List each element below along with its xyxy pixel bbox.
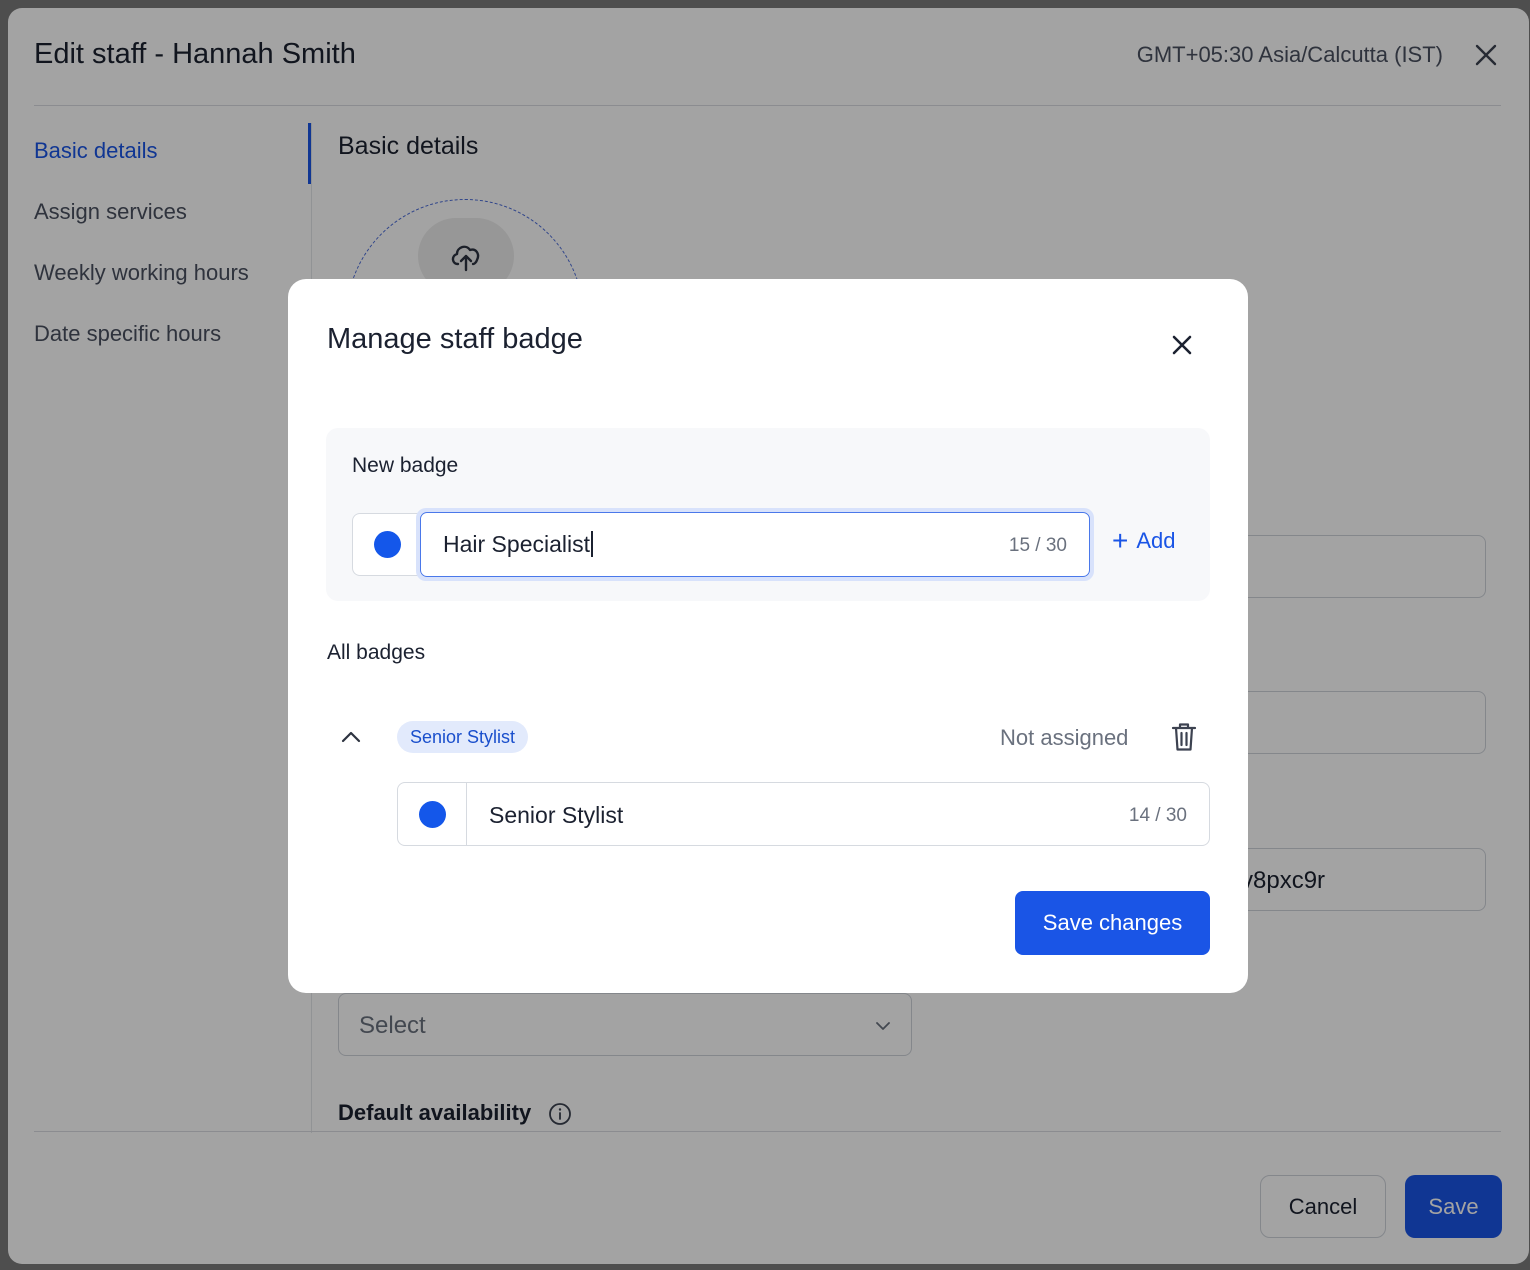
badge-status: Not assigned — [1000, 725, 1129, 750]
modal-close-icon[interactable] — [1168, 331, 1196, 359]
badge-edit-char-counter: 14 / 30 — [1128, 805, 1187, 826]
new-badge-name-input[interactable]: Hair Specialist 15 / 30 — [420, 512, 1090, 577]
badge-pill: Senior Stylist — [397, 721, 529, 753]
trash-icon[interactable] — [1170, 721, 1198, 753]
badge-edit-row: Senior Stylist 14 / 30 — [397, 782, 1210, 846]
text-caret — [591, 531, 593, 557]
new-badge-input-focus-ring: Hair Specialist 15 / 30 — [416, 508, 1094, 581]
add-badge-button[interactable]: + Add — [1112, 525, 1176, 556]
all-badges-label: All badges — [327, 641, 426, 664]
modal-title: Manage staff badge — [327, 323, 583, 355]
new-badge-label: New badge — [352, 454, 459, 477]
plus-icon: + — [1112, 525, 1129, 556]
manage-staff-badge-modal: Manage staff badge New badge Hair Specia… — [288, 279, 1248, 993]
save-changes-button[interactable]: Save changes — [1015, 891, 1210, 955]
badge-edit-color-picker[interactable] — [398, 783, 467, 845]
badge-edit-input[interactable]: Senior Stylist — [489, 802, 623, 829]
add-badge-label: Add — [1136, 528, 1176, 553]
new-badge-char-counter: 15 / 30 — [1008, 535, 1067, 556]
new-badge-section: New badge Hair Specialist 15 / 30 + Add — [326, 428, 1210, 601]
new-badge-input-text: Hair Specialist — [443, 531, 590, 557]
badge-color-dot — [374, 531, 401, 558]
new-badge-color-picker[interactable] — [352, 513, 422, 576]
chevron-up-icon[interactable] — [339, 726, 363, 746]
badge-color-dot — [418, 800, 446, 828]
new-badge-input-value: Hair Specialist — [443, 531, 593, 558]
